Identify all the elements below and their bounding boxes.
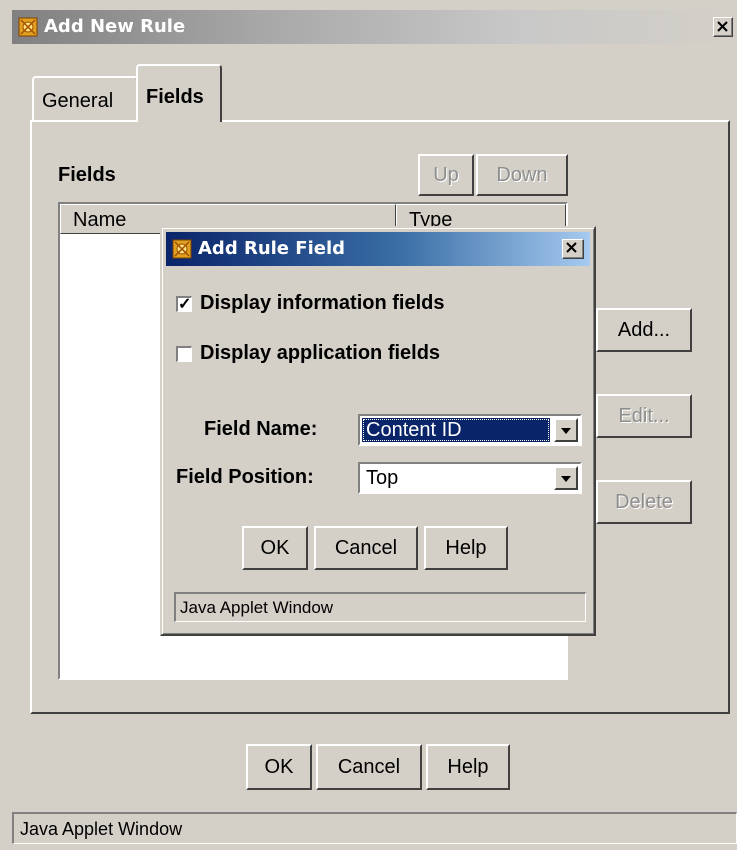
window-title: Add New Rule	[44, 16, 186, 37]
display-info-label: Display information fields	[200, 292, 445, 314]
dialog-ok-button[interactable]: OK	[242, 526, 308, 570]
field-name-label: Field Name:	[204, 418, 318, 440]
ok-button[interactable]: OK	[246, 744, 312, 790]
close-icon	[717, 21, 728, 32]
java-applet-icon	[18, 17, 38, 41]
dialog-close-button[interactable]	[562, 239, 584, 259]
field-position-label: Field Position:	[176, 466, 314, 488]
dialog-status-bar: Java Applet Window	[174, 592, 586, 622]
field-position-combo[interactable]: Top	[358, 462, 582, 494]
delete-button[interactable]: Delete	[596, 480, 692, 524]
add-new-rule-window: Add New Rule General Fields Fields Up Do…	[0, 0, 737, 850]
add-rule-field-dialog: Add Rule Field Display information field…	[160, 226, 596, 636]
dialog-help-button[interactable]: Help	[424, 526, 508, 570]
tab-general-label: General	[42, 90, 114, 112]
dialog-titlebar[interactable]: Add Rule Field	[166, 232, 590, 266]
chevron-down-icon[interactable]	[554, 466, 578, 490]
tab-fields-label: Fields	[146, 86, 204, 108]
dialog-title: Add Rule Field	[198, 238, 346, 259]
field-name-value: Content ID	[362, 418, 550, 442]
window-close-button[interactable]	[713, 17, 733, 37]
window-status-bar: Java Applet Window	[12, 812, 737, 844]
java-applet-icon	[172, 239, 192, 263]
field-position-value: Top	[366, 467, 399, 489]
window-titlebar[interactable]: Add New Rule	[12, 10, 737, 44]
display-app-checkbox[interactable]	[176, 345, 192, 362]
help-button[interactable]: Help	[426, 744, 510, 790]
display-app-label: Display application fields	[200, 342, 441, 364]
display-app-checkbox-row[interactable]: Display application fields	[176, 342, 440, 365]
display-info-checkbox[interactable]	[176, 294, 192, 314]
tab-fields[interactable]: Fields	[136, 64, 222, 122]
tab-general[interactable]: General	[32, 76, 138, 120]
add-button[interactable]: Add...	[596, 308, 692, 352]
cancel-button[interactable]: Cancel	[316, 744, 422, 790]
close-icon	[566, 242, 577, 253]
down-button[interactable]: Down	[476, 154, 568, 196]
up-button[interactable]: Up	[418, 154, 474, 196]
dialog-cancel-button[interactable]: Cancel	[314, 526, 418, 570]
fields-section-label: Fields	[58, 164, 116, 186]
chevron-down-icon[interactable]	[554, 418, 578, 442]
edit-button[interactable]: Edit...	[596, 394, 692, 438]
field-name-combo[interactable]: Content ID	[358, 414, 582, 446]
display-info-checkbox-row[interactable]: Display information fields	[176, 292, 444, 315]
